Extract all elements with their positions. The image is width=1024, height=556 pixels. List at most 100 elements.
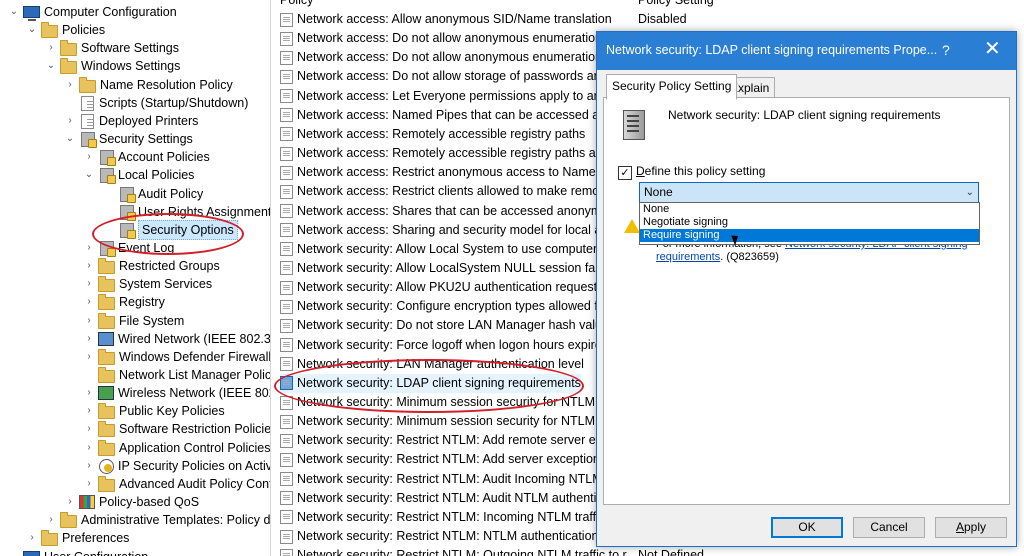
table-row[interactable]: Network access: Named Pipes that can be … [280,106,620,125]
chevron-right-icon[interactable]: › [83,330,95,348]
table-row[interactable]: Network access: Do not allow anonymous e… [280,48,616,67]
chevron-right-icon[interactable]: › [83,312,95,330]
tree-node[interactable]: › Account Policies [83,148,210,167]
tree-node[interactable]: ⌄ Local Policies [83,166,194,185]
column-header-policy-setting[interactable]: Policy Setting [638,0,714,9]
tree-node[interactable]: › Policy-based QoS [64,493,199,511]
chevron-right-icon[interactable]: › [83,257,95,275]
chevron-down-icon[interactable]: ⌄ [8,548,20,556]
tree-node[interactable]: › Software Settings [45,39,179,57]
dialog-title-bar[interactable]: Network security: LDAP client signing re… [597,32,1016,70]
define-policy-label[interactable]: Define this policy setting [636,164,765,178]
table-row[interactable]: Network access: Remotely accessible regi… [280,144,619,163]
chevron-right-icon[interactable]: › [83,293,95,311]
tree-node[interactable]: › Application Control Policies [83,439,270,457]
tab-security-policy-setting[interactable]: Security Policy Setting [606,74,738,100]
chevron-right-icon[interactable]: › [83,457,95,475]
table-row[interactable]: Network security: Restrict NTLM: Audit N… [280,489,613,508]
table-row[interactable]: Network security: Minimum session securi… [280,412,615,431]
table-row[interactable]: Network security: Restrict NTLM: Incomin… [280,508,605,527]
table-row[interactable]: Network security: Force logoff when logo… [280,336,602,355]
tree-node[interactable]: User Rights Assignment [103,203,270,221]
tree-node[interactable]: ⌄ Security Settings [64,130,193,149]
table-row[interactable]: Network access: Shares that can be acces… [280,202,615,221]
tree-node[interactable]: › Windows Defender Firewall v [83,348,270,366]
table-row[interactable]: Network security: Do not store LAN Manag… [280,316,609,335]
tree-node[interactable]: Audit Policy [103,185,203,203]
tree-node[interactable]: › Advanced Audit Policy Conf [83,475,270,493]
chevron-right-icon[interactable]: › [64,112,76,130]
option-none[interactable]: None [640,203,979,216]
define-policy-checkbox[interactable]: ✓ [618,166,632,180]
table-row[interactable]: Network access: Do not allow storage of … [280,67,617,86]
chevron-right-icon[interactable]: › [83,475,95,493]
tree-node[interactable]: › Public Key Policies [83,402,225,420]
tree-node[interactable]: › Name Resolution Policy [64,76,233,94]
table-row[interactable]: Network security: Restrict NTLM: NTLM au… [280,527,609,546]
table-row[interactable]: Network security: Allow Local System to … [280,240,610,259]
chevron-right-icon[interactable]: › [64,76,76,94]
cancel-button[interactable]: Cancel [853,517,925,538]
table-row[interactable]: Network access: Do not allow anonymous e… [280,29,704,48]
table-row[interactable]: Network access: Sharing and security mod… [280,221,614,240]
tree-node[interactable]: › Preferences [26,529,129,547]
tree-node[interactable]: › IP Security Policies on Active [83,457,270,475]
tree-node[interactable]: ⌄ Computer Configuration [8,3,177,21]
tree-node[interactable]: ⌄ Windows Settings [45,57,180,75]
chevron-right-icon[interactable]: › [64,493,76,511]
chevron-down-icon[interactable]: ⌄ [45,57,57,75]
tree-node[interactable]: Network List Manager Polici [83,366,270,384]
chevron-right-icon[interactable]: › [83,148,95,166]
tree-node[interactable]: › Deployed Printers [64,112,198,130]
help-icon[interactable]: ? [942,42,950,58]
chevron-right-icon[interactable]: › [45,39,57,57]
column-header-policy[interactable]: Policy [280,0,313,9]
tree-node[interactable]: › System Services [83,275,212,293]
tree-node[interactable]: › Wireless Network (IEEE 802.1 [83,384,270,402]
chevron-right-icon[interactable]: › [83,384,95,402]
tree-node[interactable]: ⌄ Policies [26,21,105,39]
ok-button[interactable]: OK [771,517,843,538]
tree-node[interactable]: Scripts (Startup/Shutdown) [64,94,248,112]
tree-node[interactable]: › Administrative Templates: Policy de [45,511,270,529]
chevron-right-icon[interactable]: › [45,511,57,529]
tree-node[interactable]: › File System [83,312,184,330]
signing-dropdown[interactable]: None ⌄ [639,182,979,203]
chevron-right-icon[interactable]: › [83,402,95,420]
table-row[interactable]: Network security: Restrict NTLM: Outgoin… [280,546,704,556]
tree-node[interactable]: › Restricted Groups [83,257,220,275]
option-negotiate-signing[interactable]: Negotiate signing [640,216,979,229]
chevron-right-icon[interactable]: › [83,239,95,257]
tree-node[interactable]: › Registry [83,293,165,311]
chevron-down-icon[interactable]: ⌄ [26,21,38,39]
chevron-down-icon[interactable]: ⌄ [64,130,76,148]
tree-node[interactable]: › Software Restriction Policies [83,420,270,438]
chevron-right-icon[interactable]: › [83,275,95,293]
table-row[interactable]: Network security: Allow LocalSystem NULL… [280,259,615,278]
chevron-down-icon[interactable]: ⌄ [8,3,20,21]
chevron-right-icon[interactable]: › [26,529,38,547]
table-row[interactable]: Network access: Let Everyone permissions… [280,87,615,106]
table-row[interactable]: Network security: Minimum session securi… [280,393,615,412]
chevron-down-icon[interactable]: ⌄ [83,166,95,184]
table-row[interactable]: Network access: Restrict clients allowed… [280,182,610,201]
tree-node[interactable]: Security Options [103,219,238,240]
chevron-down-icon[interactable]: ⌄ [966,183,974,202]
table-row[interactable]: Network security: Restrict NTLM: Add ser… [280,450,612,469]
tree-node[interactable]: › Event Log [83,239,174,257]
table-row[interactable]: Network security: LDAP client signing re… [280,373,581,393]
tree-node[interactable]: ⌄ User Configuration [8,548,148,556]
table-row[interactable]: Network security: LAN Manager authentica… [280,355,584,374]
table-row[interactable]: Network security: Restrict NTLM: Audit I… [280,470,614,489]
apply-button[interactable]: Apply [935,517,1007,538]
close-icon[interactable]: ✕ [984,39,1001,59]
tree-node[interactable]: › Wired Network (IEEE 802.3) P [83,330,270,348]
chevron-right-icon[interactable]: › [83,420,95,438]
table-row[interactable]: Network access: Restrict anonymous acces… [280,163,617,182]
option-require-signing[interactable]: Require signing [640,229,979,242]
table-row[interactable]: Network access: Remotely accessible regi… [280,125,585,144]
table-row[interactable]: Network security: Configure encryption t… [280,297,605,316]
chevron-right-icon[interactable]: › [83,439,95,457]
table-row[interactable]: Network access: Allow anonymous SID/Name… [280,10,687,29]
table-row[interactable]: Network security: Allow PKU2U authentica… [280,278,610,297]
